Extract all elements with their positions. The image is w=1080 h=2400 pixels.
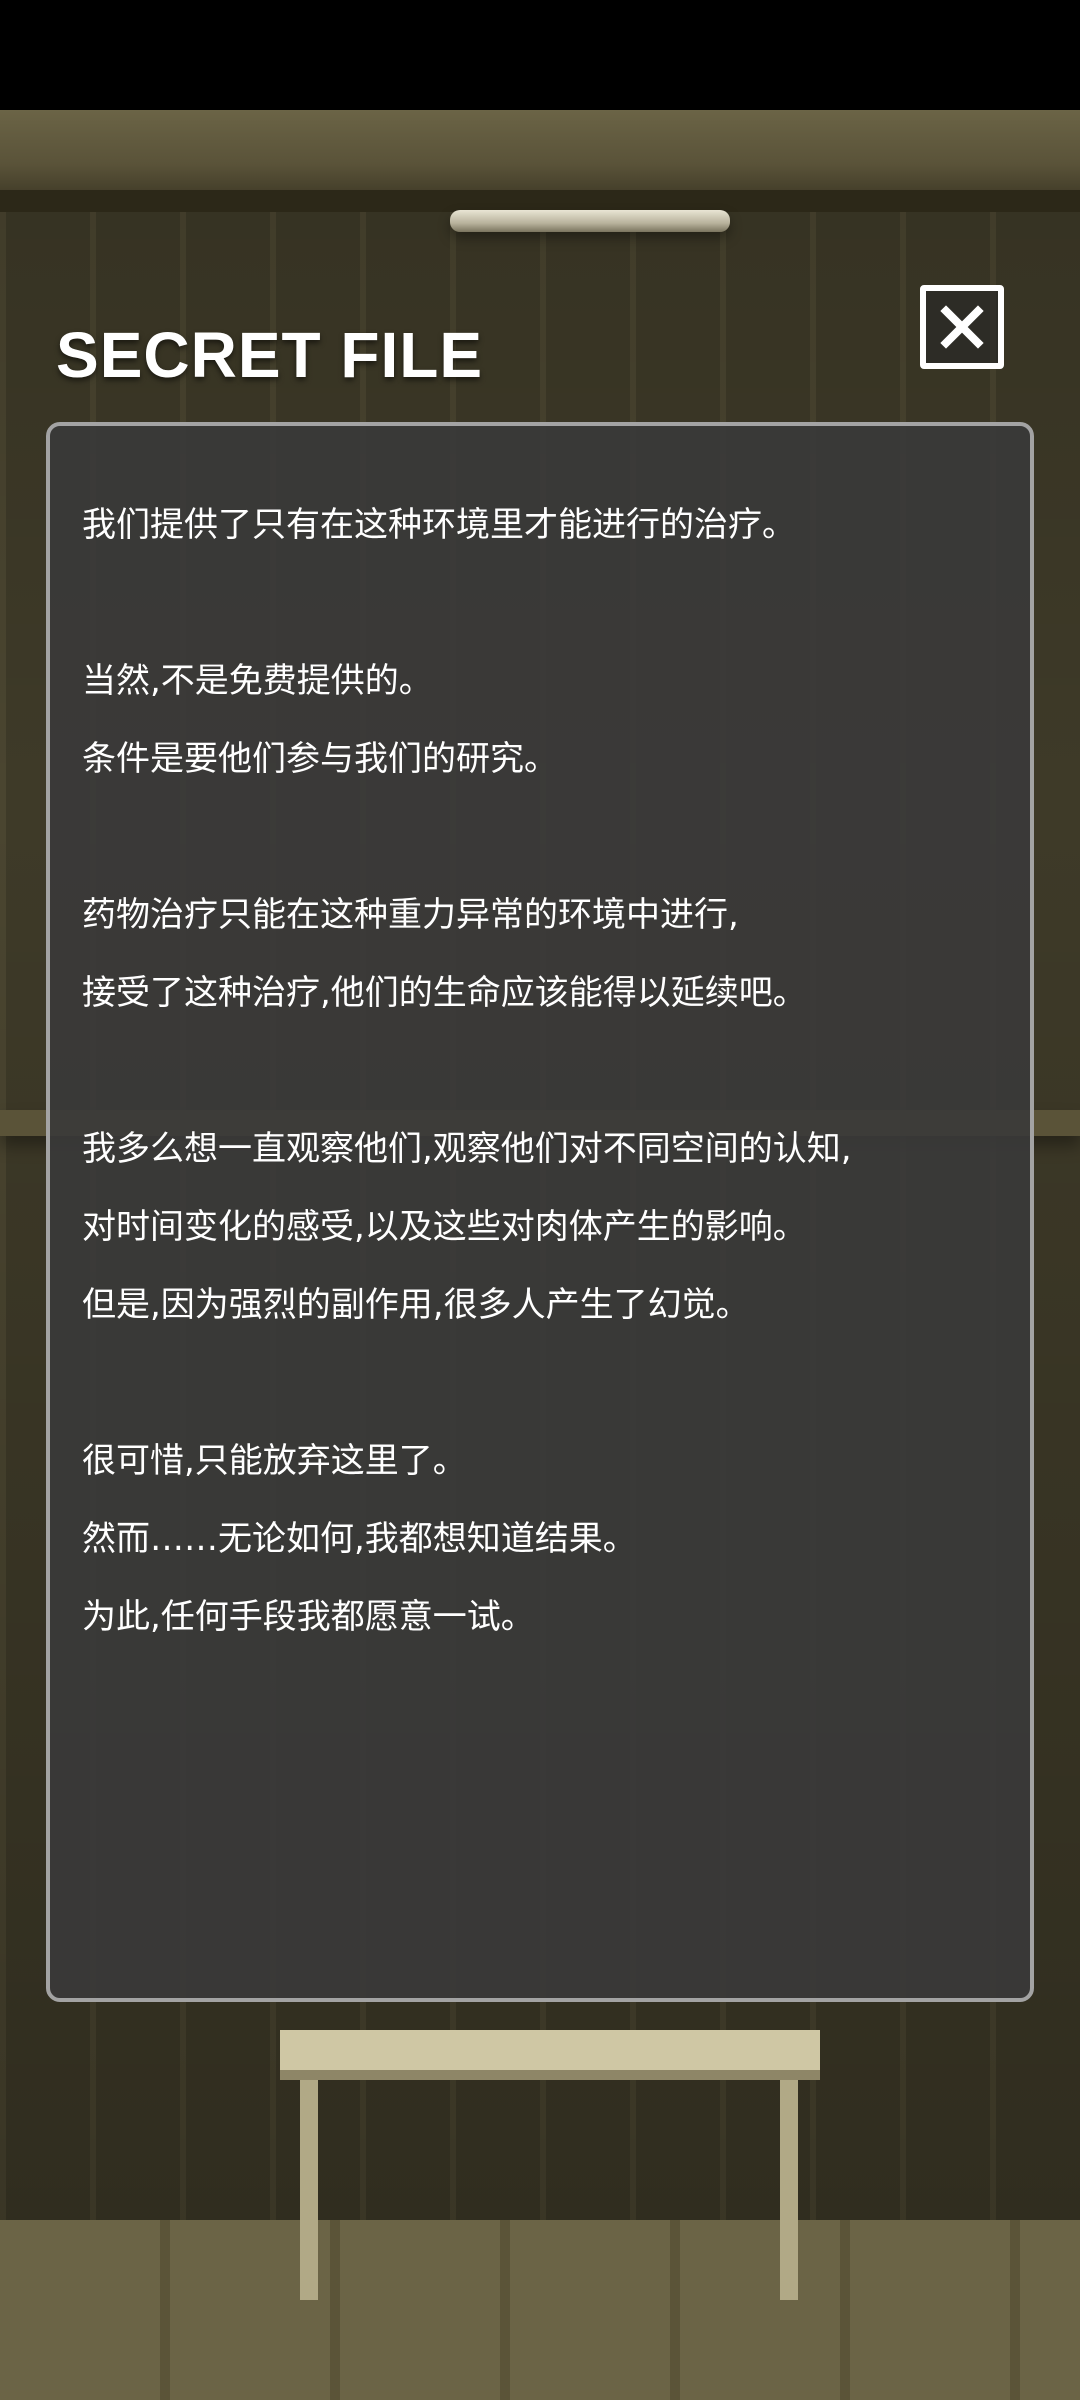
close-icon	[940, 305, 984, 349]
file-line	[82, 798, 1002, 876]
table-leg	[300, 2080, 318, 2300]
file-line: 很可惜,只能放弃这里了。	[82, 1441, 467, 1481]
file-line: 然而……无论如何,我都想知道结果。	[82, 1519, 637, 1559]
ceiling-light	[450, 210, 730, 232]
status-bar	[0, 0, 1080, 110]
file-line	[82, 564, 1002, 642]
file-line: 我们提供了只有在这种环境里才能进行的治疗。	[82, 505, 796, 545]
file-line: 但是,因为强烈的副作用,很多人产生了幻觉。	[82, 1285, 750, 1325]
file-line: 条件是要他们参与我们的研究。	[82, 739, 558, 779]
file-line: 当然,不是免费提供的。	[82, 661, 433, 701]
file-text: 我们提供了只有在这种环境里才能进行的治疗。 当然,不是免费提供的。 条件是要他们…	[82, 486, 1002, 1656]
file-line: 药物治疗只能在这种重力异常的环境中进行,	[82, 895, 739, 935]
file-line: 对时间变化的感受,以及这些对肉体产生的影响。	[82, 1207, 807, 1247]
floor	[0, 2220, 1080, 2400]
secret-file-panel[interactable]: 我们提供了只有在这种环境里才能进行的治疗。 当然,不是免费提供的。 条件是要他们…	[46, 422, 1034, 2002]
dialog-title: SECRET FILE	[56, 319, 484, 391]
ceiling	[0, 110, 1080, 200]
file-line	[82, 1344, 1002, 1422]
file-line	[82, 1032, 1002, 1110]
table	[280, 2030, 820, 2080]
file-line: 我多么想一直观察他们,观察他们对不同空间的认知,	[82, 1129, 852, 1169]
close-button[interactable]	[920, 285, 1004, 369]
ceiling-beam	[0, 190, 1080, 212]
file-line: 为此,任何手段我都愿意一试。	[82, 1597, 535, 1637]
file-line: 接受了这种治疗,他们的生命应该能得以延续吧。	[82, 973, 807, 1013]
table-leg	[780, 2080, 798, 2300]
